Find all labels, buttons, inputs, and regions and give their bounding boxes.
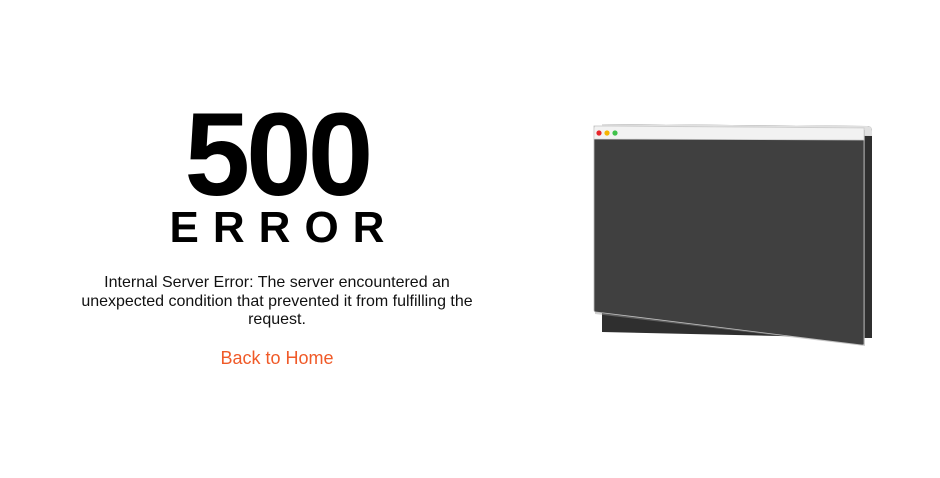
error-message: Internal Server Error: The server encoun… [81, 274, 473, 328]
yellow-dot-icon [604, 130, 610, 136]
error-title: ERROR [169, 203, 399, 252]
back-to-home-link[interactable]: Back to Home [220, 348, 333, 369]
error-page: 500 ERROR Internal Server Error: The ser… [0, 0, 940, 478]
green-dot-icon [612, 130, 618, 136]
red-dot-icon [596, 130, 602, 136]
error-content: 500 ERROR Internal Server Error: The ser… [70, 96, 484, 369]
error-code: 500 [184, 89, 374, 221]
browser-window-icon [593, 124, 872, 346]
front-window-body [593, 125, 865, 346]
window-title-bar [593, 125, 865, 141]
browser-window-illustration [590, 120, 880, 350]
